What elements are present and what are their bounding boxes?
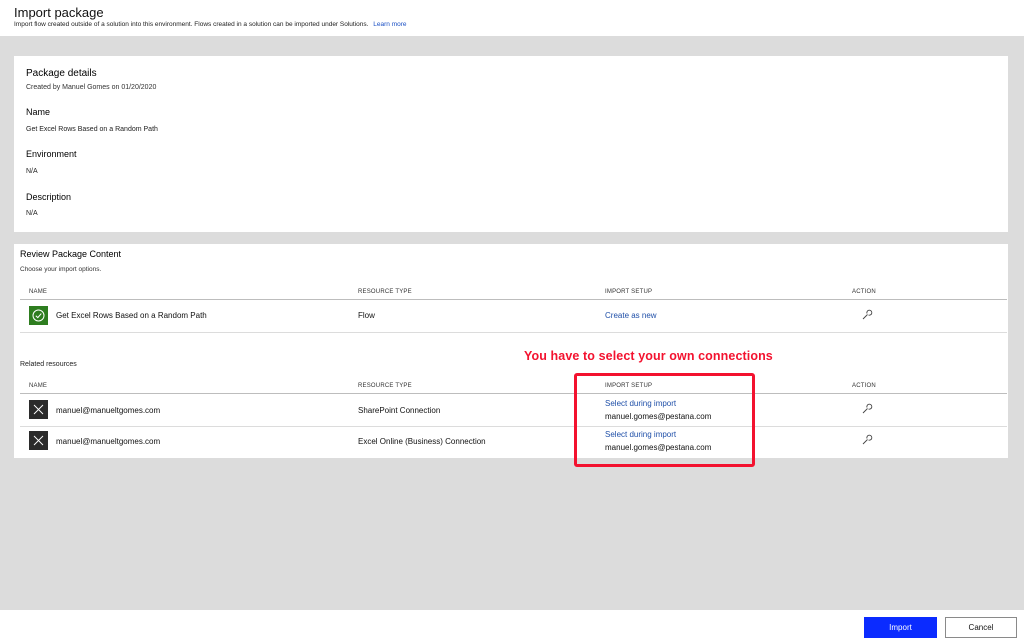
flow-name: Get Excel Rows Based on a Random Path [56, 311, 207, 320]
close-x-icon [33, 435, 44, 446]
annotation-text: You have to select your own connections [524, 349, 773, 363]
description-label: Description [26, 192, 72, 202]
related-header-divider [20, 393, 1007, 394]
row-divider [20, 426, 1007, 427]
review-subheading: Choose your import options. [20, 266, 102, 273]
connection-status-icon [29, 400, 48, 419]
checkmark-circle-icon [32, 309, 45, 322]
related-resources-label: Related resources [20, 361, 77, 368]
page-header: Import package Import flow created outsi… [0, 0, 1024, 36]
connection-name: manuel@manueltgomes.com [56, 437, 161, 446]
related-column-resource-type: RESOURCE TYPE [358, 383, 412, 389]
footer-bar: Import Cancel [0, 610, 1024, 643]
import-package-page: Import package Import flow created outsi… [0, 0, 1024, 643]
environment-value: N/A [26, 168, 38, 175]
connection-resource-type: Excel Online (Business) Connection [358, 437, 486, 446]
connection-name: manuel@manueltgomes.com [56, 406, 161, 415]
connection-resource-type: SharePoint Connection [358, 406, 441, 415]
name-value: Get Excel Rows Based on a Random Path [26, 126, 158, 133]
close-x-icon [33, 404, 44, 415]
column-name: NAME [29, 289, 48, 295]
package-details-card: Package details Created by Manuel Gomes … [14, 56, 1008, 232]
page-title: Import package [14, 5, 104, 20]
flow-resource-type: Flow [358, 311, 375, 320]
wrench-icon[interactable] [861, 403, 873, 415]
flow-status-icon [29, 306, 48, 325]
column-resource-type: RESOURCE TYPE [358, 289, 412, 295]
header-divider [20, 299, 1007, 300]
page-subtitle: Import flow created outside of a solutio… [14, 21, 407, 28]
column-action: ACTION [852, 289, 876, 295]
row-divider [20, 332, 1007, 333]
review-heading: Review Package Content [20, 249, 122, 259]
wrench-icon[interactable] [861, 309, 873, 321]
package-details-heading: Package details [26, 68, 97, 79]
create-as-new-link[interactable]: Create as new [605, 311, 657, 320]
import-button[interactable]: Import [864, 617, 937, 638]
created-by-text: Created by Manuel Gomes on 01/20/2020 [26, 84, 157, 91]
wrench-icon[interactable] [861, 434, 873, 446]
review-package-card: Review Package Content Choose your impor… [14, 244, 1008, 458]
connection-status-icon [29, 431, 48, 450]
description-value: N/A [26, 210, 38, 217]
related-column-action: ACTION [852, 383, 876, 389]
column-import-setup: IMPORT SETUP [605, 289, 653, 295]
related-column-name: NAME [29, 383, 48, 389]
environment-label: Environment [26, 149, 77, 159]
learn-more-link[interactable]: Learn more [373, 21, 406, 28]
cancel-button[interactable]: Cancel [945, 617, 1017, 638]
name-label: Name [26, 107, 51, 117]
annotation-highlight-box [574, 373, 755, 467]
subtitle-text: Import flow created outside of a solutio… [14, 21, 369, 28]
